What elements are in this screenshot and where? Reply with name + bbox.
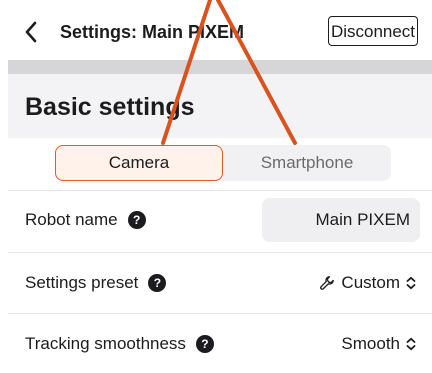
chevron-up-down-icon: [406, 276, 416, 290]
tracking-smoothness-row-label: Tracking smoothness ?: [25, 333, 214, 355]
header-divider: [8, 60, 432, 74]
settings-preset-value: Custom: [341, 273, 400, 292]
settings-preset-select[interactable]: Custom: [313, 272, 416, 294]
row-divider: [8, 313, 432, 314]
settings-screen: Settings: Main PIXEM Disconnect Basic se…: [0, 0, 432, 373]
tab-camera[interactable]: Camera: [55, 145, 223, 181]
tab-smartphone[interactable]: Smartphone: [223, 145, 391, 181]
tracking-smoothness-select[interactable]: Smooth: [341, 333, 416, 355]
section-title: Basic settings: [25, 93, 195, 121]
wrench-icon: [313, 275, 335, 291]
row-divider: [8, 190, 432, 191]
device-segmented-control: Camera Smartphone: [55, 145, 391, 181]
page-title: Settings: Main PIXEM: [60, 22, 245, 42]
disconnect-button[interactable]: Disconnect: [328, 16, 418, 46]
chevron-left-icon: [25, 21, 37, 43]
help-icon[interactable]: ?: [127, 211, 146, 229]
help-icon[interactable]: ?: [195, 335, 214, 353]
row-divider: [8, 252, 432, 253]
tracking-smoothness-value: Smooth: [341, 334, 400, 353]
tracking-smoothness-label: Tracking smoothness: [25, 334, 186, 353]
robot-name-row-label: Robot name ?: [25, 209, 146, 231]
back-button[interactable]: [18, 18, 44, 46]
header-bar: Settings: Main PIXEM Disconnect: [0, 0, 432, 60]
settings-preset-label: Settings preset: [25, 273, 139, 292]
help-icon[interactable]: ?: [148, 274, 167, 292]
robot-name-input[interactable]: [262, 198, 420, 242]
settings-preset-row-label: Settings preset ?: [25, 272, 167, 294]
robot-name-label: Robot name: [25, 210, 118, 229]
chevron-up-down-icon: [406, 337, 416, 351]
